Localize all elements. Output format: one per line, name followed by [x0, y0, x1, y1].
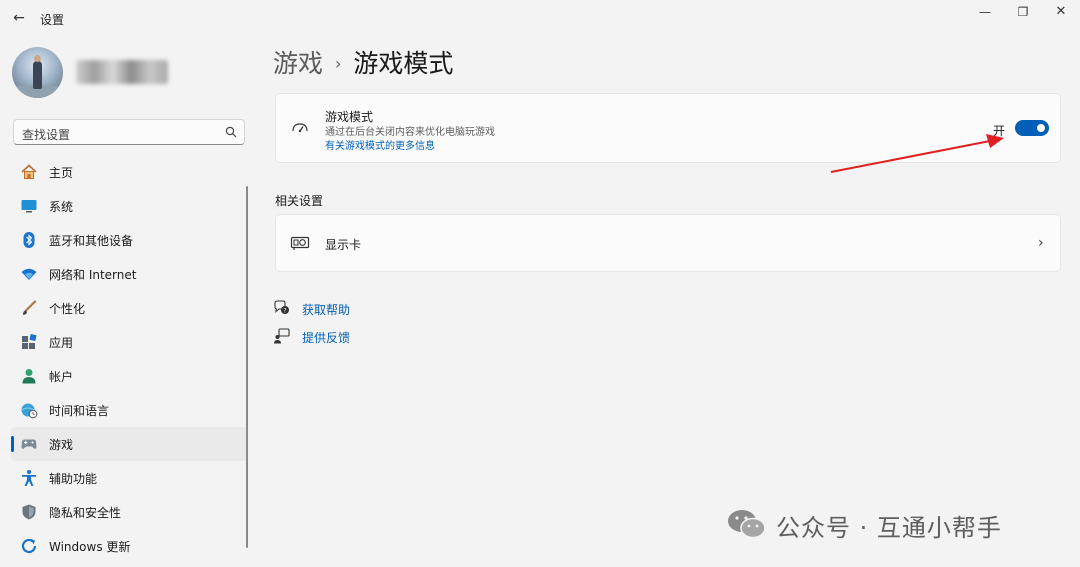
sidebar-nav: 主页 系统 蓝牙和其他设备 网络和 Internet 个性化 应用 帐户 时间和…	[11, 155, 247, 563]
sidebar-item-label: 应用	[49, 336, 74, 350]
back-arrow-icon[interactable]: ←	[10, 9, 28, 27]
sidebar-scrollbar[interactable]	[246, 186, 248, 548]
sidebar-item-time-language[interactable]: 时间和语言	[11, 393, 247, 427]
sidebar-item-home[interactable]: 主页	[11, 155, 247, 189]
breadcrumb: 游戏 › 游戏模式	[273, 44, 453, 80]
gamepad-icon	[21, 439, 37, 449]
sidebar-item-label: 网络和 Internet	[49, 268, 137, 282]
home-icon	[21, 164, 37, 179]
sidebar-item-label: 隐私和安全性	[49, 506, 122, 520]
search-input[interactable]: 查找设置	[13, 119, 245, 145]
sidebar-item-bluetooth[interactable]: 蓝牙和其他设备	[11, 223, 247, 257]
maximize-button[interactable]: ❐	[1010, 4, 1036, 20]
brush-icon	[23, 300, 37, 315]
sidebar-item-gaming[interactable]: 游戏	[11, 427, 247, 461]
feedback-icon	[274, 328, 290, 344]
game-mode-learn-more-link[interactable]: 有关游戏模式的更多信息	[325, 137, 435, 152]
chevron-right-icon: ›	[1038, 235, 1044, 251]
sidebar-item-label: 时间和语言	[49, 404, 110, 418]
page-title: 游戏模式	[353, 49, 454, 78]
shield-icon	[22, 504, 36, 520]
feedback-label: 提供反馈	[302, 331, 351, 345]
bluetooth-icon	[23, 232, 35, 248]
breadcrumb-parent[interactable]: 游戏	[273, 49, 323, 78]
svg-text:?: ?	[283, 307, 286, 314]
game-mode-gauge-icon	[292, 123, 308, 133]
help-chat-icon: ?	[274, 300, 289, 314]
sidebar-item-windows-update[interactable]: Windows 更新	[11, 529, 247, 563]
graphics-card-icon	[290, 236, 310, 250]
related-settings-heading: 相关设置	[275, 194, 324, 208]
sidebar-item-apps[interactable]: 应用	[11, 325, 247, 359]
windows-update-icon	[21, 538, 37, 554]
close-button[interactable]: ✕	[1048, 4, 1074, 20]
sidebar-item-accessibility[interactable]: 辅助功能	[11, 461, 247, 495]
game-mode-card: 游戏模式 通过在后台关闭内容来优化电脑玩游戏 有关游戏模式的更多信息 开	[275, 93, 1061, 163]
watermark-text: 公众号 · 互通小帮手	[776, 514, 1002, 542]
sidebar-item-accounts[interactable]: 帐户	[11, 359, 247, 393]
user-avatar[interactable]	[12, 47, 63, 98]
sidebar-item-label: 个性化	[49, 302, 86, 316]
globe-clock-icon	[21, 403, 38, 419]
game-mode-toggle[interactable]	[1015, 120, 1049, 136]
accessibility-icon	[22, 470, 36, 486]
sidebar-item-label: 蓝牙和其他设备	[49, 234, 134, 248]
graphics-card-label: 显示卡	[325, 238, 362, 252]
sidebar-item-personalization[interactable]: 个性化	[11, 291, 247, 325]
graphics-card-setting[interactable]: 显示卡 ›	[275, 214, 1061, 272]
avatar-figure	[33, 61, 42, 89]
game-mode-description: 通过在后台关闭内容来优化电脑玩游戏	[325, 127, 495, 138]
minimize-button[interactable]: —	[972, 4, 998, 20]
get-help-label: 获取帮助	[302, 303, 351, 317]
app-title: 设置	[40, 13, 65, 27]
sidebar-item-label: 游戏	[49, 438, 74, 452]
search-icon[interactable]	[225, 126, 237, 138]
sidebar-item-network[interactable]: 网络和 Internet	[11, 257, 247, 291]
sidebar-item-label: 主页	[49, 166, 74, 180]
avatar-head	[34, 55, 41, 62]
wechat-logo-icon	[728, 510, 766, 539]
search-placeholder: 查找设置	[22, 128, 71, 142]
sidebar-item-label: 系统	[49, 200, 74, 214]
person-icon	[22, 369, 36, 384]
title-bar: ← 设置 — ❐ ✕	[0, 0, 1080, 36]
sidebar-item-system[interactable]: 系统	[11, 189, 247, 223]
breadcrumb-separator: ›	[335, 54, 342, 73]
sidebar-item-label: 辅助功能	[49, 472, 98, 486]
selected-indicator	[11, 436, 14, 452]
system-display-icon	[21, 200, 37, 213]
username-blurred	[76, 60, 168, 84]
sidebar-item-label: 帐户	[49, 370, 74, 384]
sidebar-item-privacy[interactable]: 隐私和安全性	[11, 495, 247, 529]
toggle-knob	[1037, 124, 1045, 132]
sidebar-item-label: Windows 更新	[49, 540, 131, 554]
toggle-state-label: 开	[993, 124, 1006, 138]
wifi-icon	[21, 268, 37, 280]
apps-icon	[22, 333, 37, 349]
